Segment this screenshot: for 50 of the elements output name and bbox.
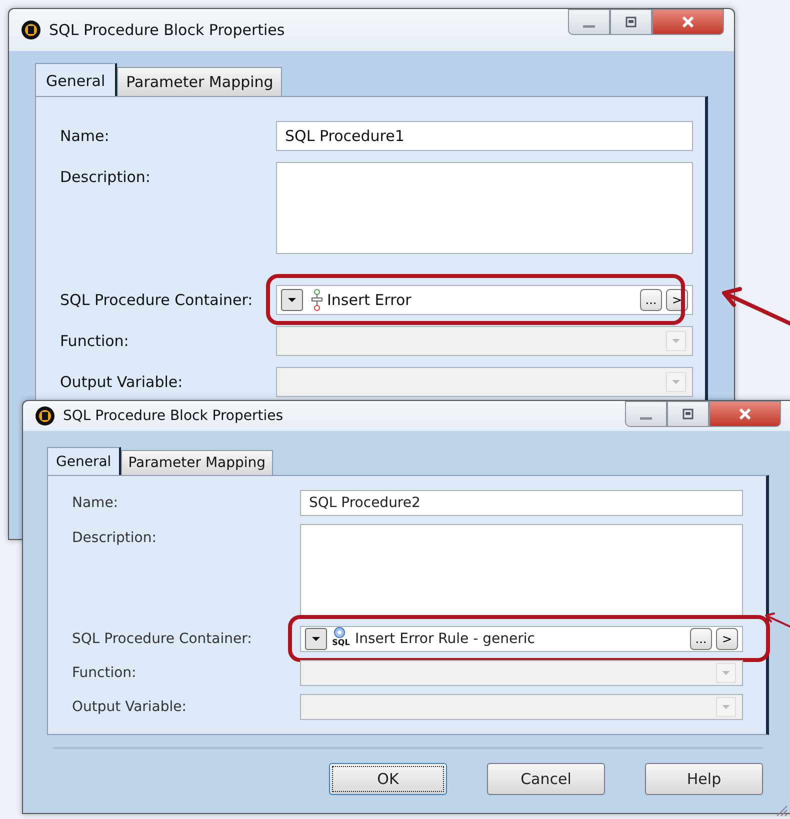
container-field[interactable]: SQL Insert Error Rule - generic ... > [300, 626, 743, 652]
close-button[interactable] [709, 401, 781, 427]
app-logo-icon [21, 20, 41, 40]
field-label: Output Variable: [72, 699, 188, 715]
close-button[interactable] [652, 9, 724, 35]
field-label: Function: [72, 665, 138, 681]
field-label: Description: [72, 529, 158, 546]
minimize-button[interactable] [568, 9, 610, 35]
dropdown-field[interactable] [300, 694, 743, 720]
dropdown-field[interactable] [300, 660, 743, 686]
minimize-button[interactable] [625, 401, 667, 427]
gear-icon [334, 627, 344, 638]
tab[interactable]: General [35, 63, 118, 96]
text-field[interactable]: SQL Procedure1 [276, 121, 693, 151]
dropdown-field[interactable] [276, 367, 693, 397]
field-label: Description: [60, 167, 152, 186]
app-logo-icon [35, 406, 55, 426]
text-field[interactable]: SQL Procedure2 [300, 490, 743, 516]
field-label: Function: [60, 332, 130, 350]
window-title: SQL Procedure Block Properties [49, 21, 285, 39]
dialog-button[interactable]: Help [645, 763, 763, 795]
field-label: SQL Procedure Container: [60, 291, 254, 309]
flowchart-icon [311, 289, 323, 311]
minimize-icon [583, 24, 595, 28]
browse-button[interactable]: ... [640, 289, 662, 311]
maximize-button[interactable] [667, 401, 709, 427]
textarea-field[interactable] [276, 162, 693, 254]
field-label: Name: [72, 495, 120, 511]
maximize-icon [682, 408, 694, 420]
close-icon [738, 407, 752, 421]
textarea-field[interactable] [300, 524, 743, 618]
go-button[interactable]: > [716, 628, 738, 650]
dialog-button[interactable]: Cancel [487, 763, 605, 795]
tab[interactable]: General [47, 447, 122, 475]
minimize-icon [640, 416, 652, 420]
field-label: SQL Procedure Container: [72, 631, 253, 647]
browse-button[interactable]: ... [690, 628, 712, 650]
field-label: Output Variable: [60, 373, 184, 391]
tab[interactable]: Parameter Mapping [121, 450, 273, 475]
field-label: Name: [60, 127, 110, 145]
dropdown-field[interactable] [276, 326, 693, 356]
window-title: SQL Procedure Block Properties [63, 408, 284, 424]
container-field[interactable]: Insert Error ... > [276, 285, 693, 315]
dialog-button[interactable]: OK [329, 763, 447, 795]
close-icon [681, 15, 695, 29]
resize-grip-icon [774, 803, 788, 817]
maximize-icon [625, 16, 637, 28]
maximize-button[interactable] [610, 9, 652, 35]
tab[interactable]: Parameter Mapping [117, 67, 282, 96]
icon-label: SQL [332, 638, 350, 647]
